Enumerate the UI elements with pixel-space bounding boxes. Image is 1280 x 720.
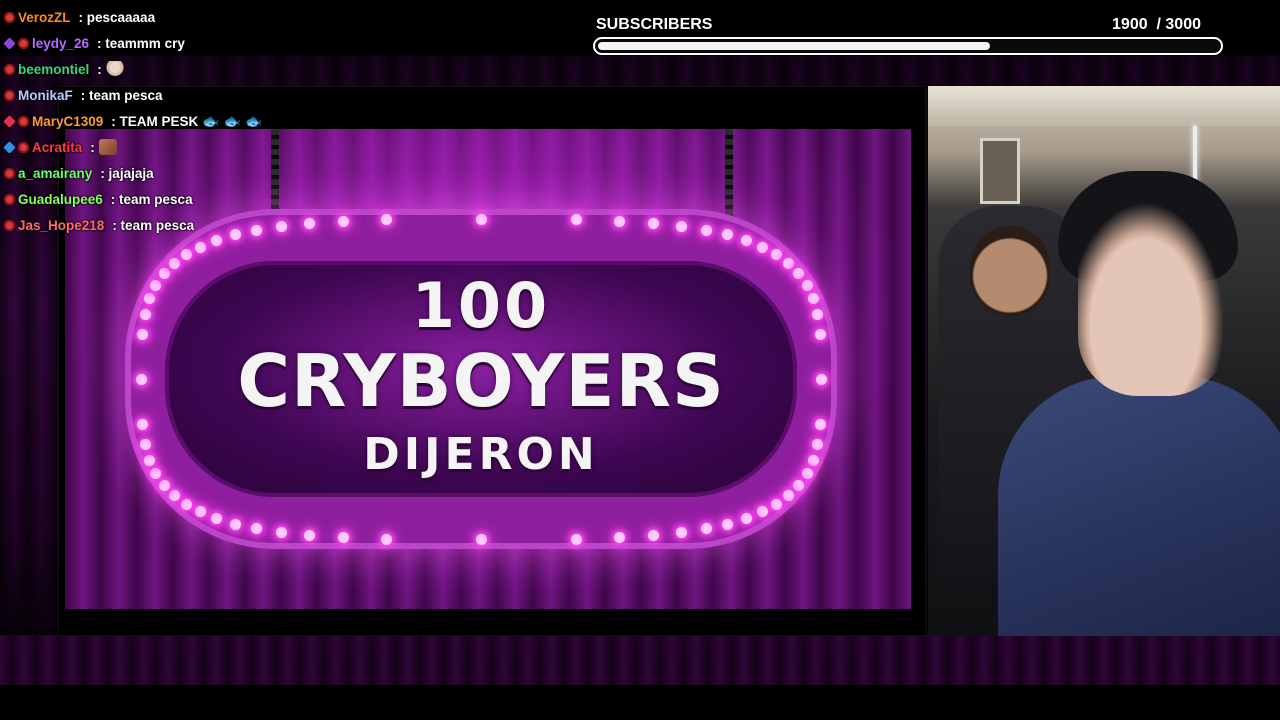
marquee-bulb	[700, 224, 712, 236]
webcam-feed	[928, 86, 1280, 636]
marquee-bulb	[815, 418, 827, 430]
marquee-bulb	[807, 455, 819, 467]
marquee-bulb	[139, 308, 151, 320]
chat-text: : team pesca	[80, 87, 163, 103]
chat-overlay: VerozZL : pescaaaaa leydy_26 : teammm cr…	[3, 4, 304, 238]
marquee-bulb	[180, 498, 192, 510]
marquee-bulb	[168, 489, 180, 501]
subscriber-target: / 3000	[1156, 16, 1201, 33]
chat-text: :	[97, 61, 102, 77]
marquee-bulb	[139, 439, 151, 451]
marquee-bulb	[722, 518, 734, 530]
chat-message: Guadalupee6 : team pesca	[4, 186, 304, 212]
hoodie-graphic	[1038, 486, 1258, 596]
chat-username: VerozZL	[18, 9, 71, 25]
subscriber-badge-icon	[3, 36, 16, 50]
chat-username: MaryC1309	[32, 113, 104, 129]
marquee-bulb	[303, 530, 315, 542]
marquee-bulb	[476, 534, 487, 545]
webcam-wall-frame	[980, 138, 1020, 204]
chat-text: : team pesca	[110, 191, 193, 207]
devil-badge-icon	[4, 11, 15, 23]
subscriber-progress-fill	[598, 42, 990, 50]
chat-text: : TEAM PESK	[111, 113, 199, 129]
chat-text: : jajajaja	[100, 165, 154, 181]
marquee-bulb	[195, 241, 206, 253]
sign-number: 100	[411, 269, 551, 342]
chat-message: leydy_26 : teammm cry	[3, 30, 304, 56]
person-emote-icon	[105, 61, 124, 77]
marquee-bulb	[381, 533, 393, 545]
marquee-bulb	[229, 518, 241, 530]
marquee-bulb	[136, 374, 147, 385]
devil-badge-icon	[18, 115, 29, 127]
devil-badge-icon	[4, 193, 15, 205]
chat-username: Guadalupee6	[18, 191, 103, 207]
chat-message: a_amairany : jajajaja	[4, 160, 304, 186]
subscriber-progress-track	[593, 37, 1223, 55]
marquee-bulb	[740, 235, 752, 247]
marquee-bulb	[303, 217, 315, 229]
marquee-bulb	[740, 512, 752, 524]
chat-message: beemontiel :	[4, 56, 304, 82]
chat-text: :	[90, 139, 95, 155]
webcam-ceiling	[928, 86, 1280, 126]
sign-subtitle: DIJERON	[363, 429, 599, 480]
chat-username: beemontiel	[18, 61, 90, 77]
subscriber-goal: SUBSCRIBERS 1900 / 3000	[593, 14, 1223, 55]
face-emote-icon	[98, 139, 117, 155]
sign-title: CRYBOYERS	[237, 339, 725, 423]
fish-emote-icon: 🐟	[202, 112, 220, 129]
marquee-bulb	[168, 258, 180, 270]
fish-emote-icon: 🐟	[223, 112, 242, 129]
chat-message: MonikaF : team pesca	[4, 82, 304, 108]
marquee-bulb	[783, 489, 795, 501]
webcam-person-background-head	[970, 226, 1050, 316]
chat-message: MaryC1309 : TEAM PESK 🐟 🐟 🐟	[3, 108, 304, 134]
marquee-bulb	[801, 468, 813, 480]
marquee-bulb	[801, 279, 813, 291]
chat-username: MonikaF	[18, 87, 73, 103]
devil-badge-icon	[18, 141, 29, 153]
chat-username: a_amairany	[18, 165, 93, 181]
chat-message: Jas_Hope218 : team pesca	[4, 212, 304, 238]
subscriber-badge-icon	[3, 114, 16, 128]
devil-badge-icon	[18, 37, 29, 49]
marquee-bulb	[337, 215, 349, 227]
chat-text: : teammm cry	[97, 35, 185, 51]
chat-username: leydy_26	[32, 35, 90, 51]
marquee-bulb	[158, 479, 170, 491]
bottom-bar	[0, 686, 1280, 720]
marquee-bulb	[756, 241, 768, 253]
devil-badge-icon	[4, 167, 15, 179]
subscriber-current: 1900	[1112, 16, 1148, 33]
marquee-bulb	[771, 498, 783, 510]
chat-username: Acratita	[32, 139, 83, 155]
marquee-bulb	[275, 527, 287, 539]
marquee-bulb	[807, 292, 819, 304]
fish-emote-icon: 🐟	[245, 112, 263, 129]
chat-message: VerozZL : pescaaaaa	[4, 4, 304, 30]
marquee-bulb	[476, 214, 487, 225]
chat-text: : team pesca	[112, 217, 195, 233]
devil-badge-icon	[4, 89, 15, 101]
marquee-bulb	[144, 292, 156, 304]
devil-badge-icon	[4, 63, 15, 75]
webcam-streamer-head	[1078, 196, 1228, 396]
subscriber-badge-icon	[3, 140, 16, 154]
chat-username: Jas_Hope218	[18, 217, 105, 233]
chat-message: Acratita :	[3, 134, 304, 160]
devil-badge-icon	[4, 219, 15, 231]
marquee-bulb	[337, 532, 349, 544]
marquee-bulb	[816, 374, 827, 385]
chat-text: : pescaaaaa	[78, 9, 156, 25]
marquee-bulb	[648, 217, 660, 229]
background-strip	[0, 635, 1280, 685]
marquee-bulb	[136, 418, 148, 430]
marquee-bulb	[570, 533, 582, 545]
subscriber-goal-label: SUBSCRIBERS	[596, 16, 713, 33]
subscriber-goal-count: 1900 / 3000	[1112, 16, 1223, 34]
